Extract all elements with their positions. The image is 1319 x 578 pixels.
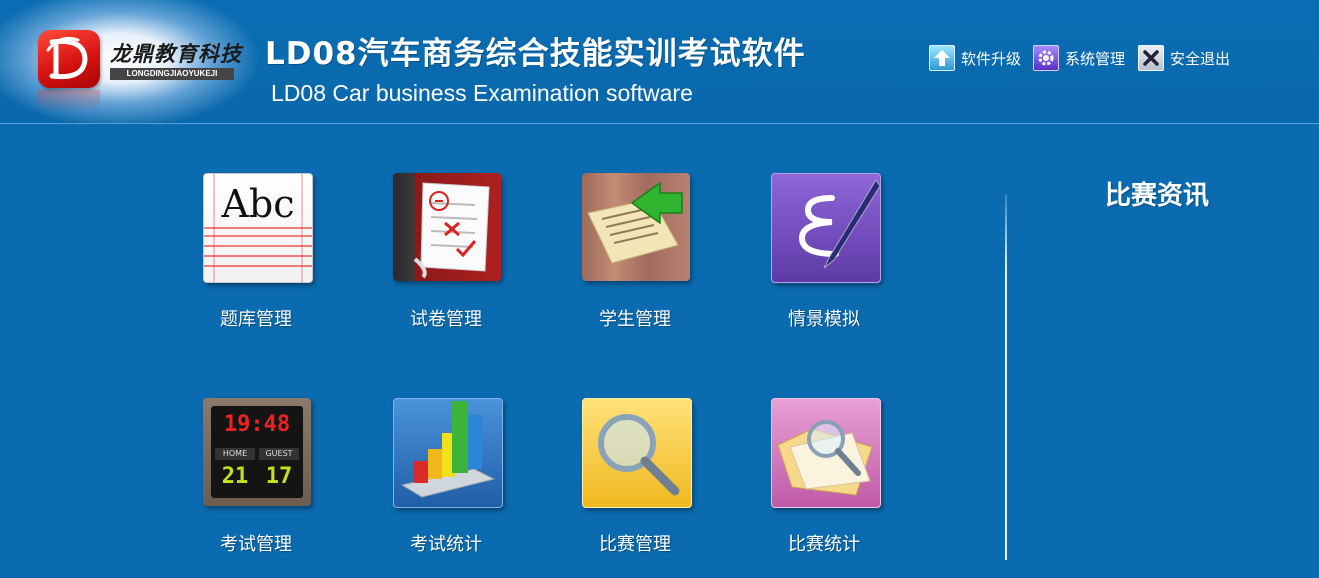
safe-exit-label: 安全退出	[1170, 49, 1231, 68]
logo-icon	[38, 30, 100, 88]
tile-competition-statistics[interactable]: 比赛统计	[749, 398, 899, 578]
competition-news-title: 比赛资讯	[1105, 181, 1210, 211]
scoreboard-icon: 19:48 HOME GUEST 21 17	[203, 398, 311, 506]
magnifier-icon	[582, 398, 692, 508]
scoreboard-time: 19:48	[223, 412, 291, 437]
tile-label: 题库管理	[220, 309, 292, 330]
scoreboard-panel: 19:48 HOME GUEST 21 17	[211, 406, 303, 498]
scoreboard-guest-label: GUEST	[259, 448, 299, 460]
logo-company-name: 龙鼎教育科技	[110, 42, 242, 66]
tile-exam-management[interactable]: 19:48 HOME GUEST 21 17 考试管理	[181, 398, 331, 578]
app-subtitle: LD08 Car business Examination software	[271, 80, 693, 106]
abc-text: Abc	[221, 182, 295, 226]
tile-exam-statistics[interactable]: 考试统计	[371, 398, 521, 578]
software-upgrade-label: 软件升级	[961, 49, 1022, 68]
folder-search-icon	[771, 398, 881, 508]
panel-divider	[1005, 195, 1007, 560]
newspaper-arrow-icon	[582, 173, 690, 281]
logo-company-pinyin: LONGDINGJIAOYUKEJI	[110, 68, 234, 80]
header-divider	[0, 123, 1319, 124]
pen-script-icon	[771, 173, 881, 283]
app-title: LD08汽车商务综合技能实训考试软件	[265, 36, 806, 72]
safe-exit-button[interactable]: 安全退出	[1138, 45, 1230, 71]
tile-exam-paper[interactable]: 试卷管理	[371, 173, 521, 353]
bar-chart-icon	[393, 398, 503, 508]
close-x-icon	[1138, 45, 1164, 71]
tile-label: 考试管理	[220, 534, 292, 555]
tile-label: 比赛管理	[599, 534, 671, 555]
tile-label: 学生管理	[599, 309, 671, 330]
tile-student-management[interactable]: 学生管理	[560, 173, 710, 353]
tile-label: 比赛统计	[788, 534, 860, 555]
gear-icon	[1033, 45, 1059, 71]
system-management-label: 系统管理	[1065, 49, 1126, 68]
scoreboard-home-label: HOME	[215, 448, 255, 460]
tile-label: 情景模拟	[788, 309, 860, 330]
scoreboard-guest-score: 17	[265, 464, 293, 489]
notebook-abc-icon: Abc	[203, 173, 313, 283]
system-management-button[interactable]: 系统管理	[1033, 45, 1125, 71]
logo-reflection	[38, 90, 100, 112]
software-upgrade-button[interactable]: 软件升级	[929, 45, 1021, 71]
header-bar: 龙鼎教育科技 LONGDINGJIAOYUKEJI LD08汽车商务综合技能实训…	[0, 0, 1319, 123]
tile-competition-management[interactable]: 比赛管理	[560, 398, 710, 578]
tile-label: 试卷管理	[410, 309, 482, 330]
scoreboard-home-score: 21	[221, 464, 249, 489]
tile-scenario-simulation[interactable]: 情景模拟	[749, 173, 899, 353]
graded-paper-icon	[393, 173, 501, 281]
tile-question-bank[interactable]: Abc 题库管理	[181, 173, 331, 353]
upgrade-arrow-icon	[929, 45, 955, 71]
tile-label: 考试统计	[410, 534, 482, 555]
